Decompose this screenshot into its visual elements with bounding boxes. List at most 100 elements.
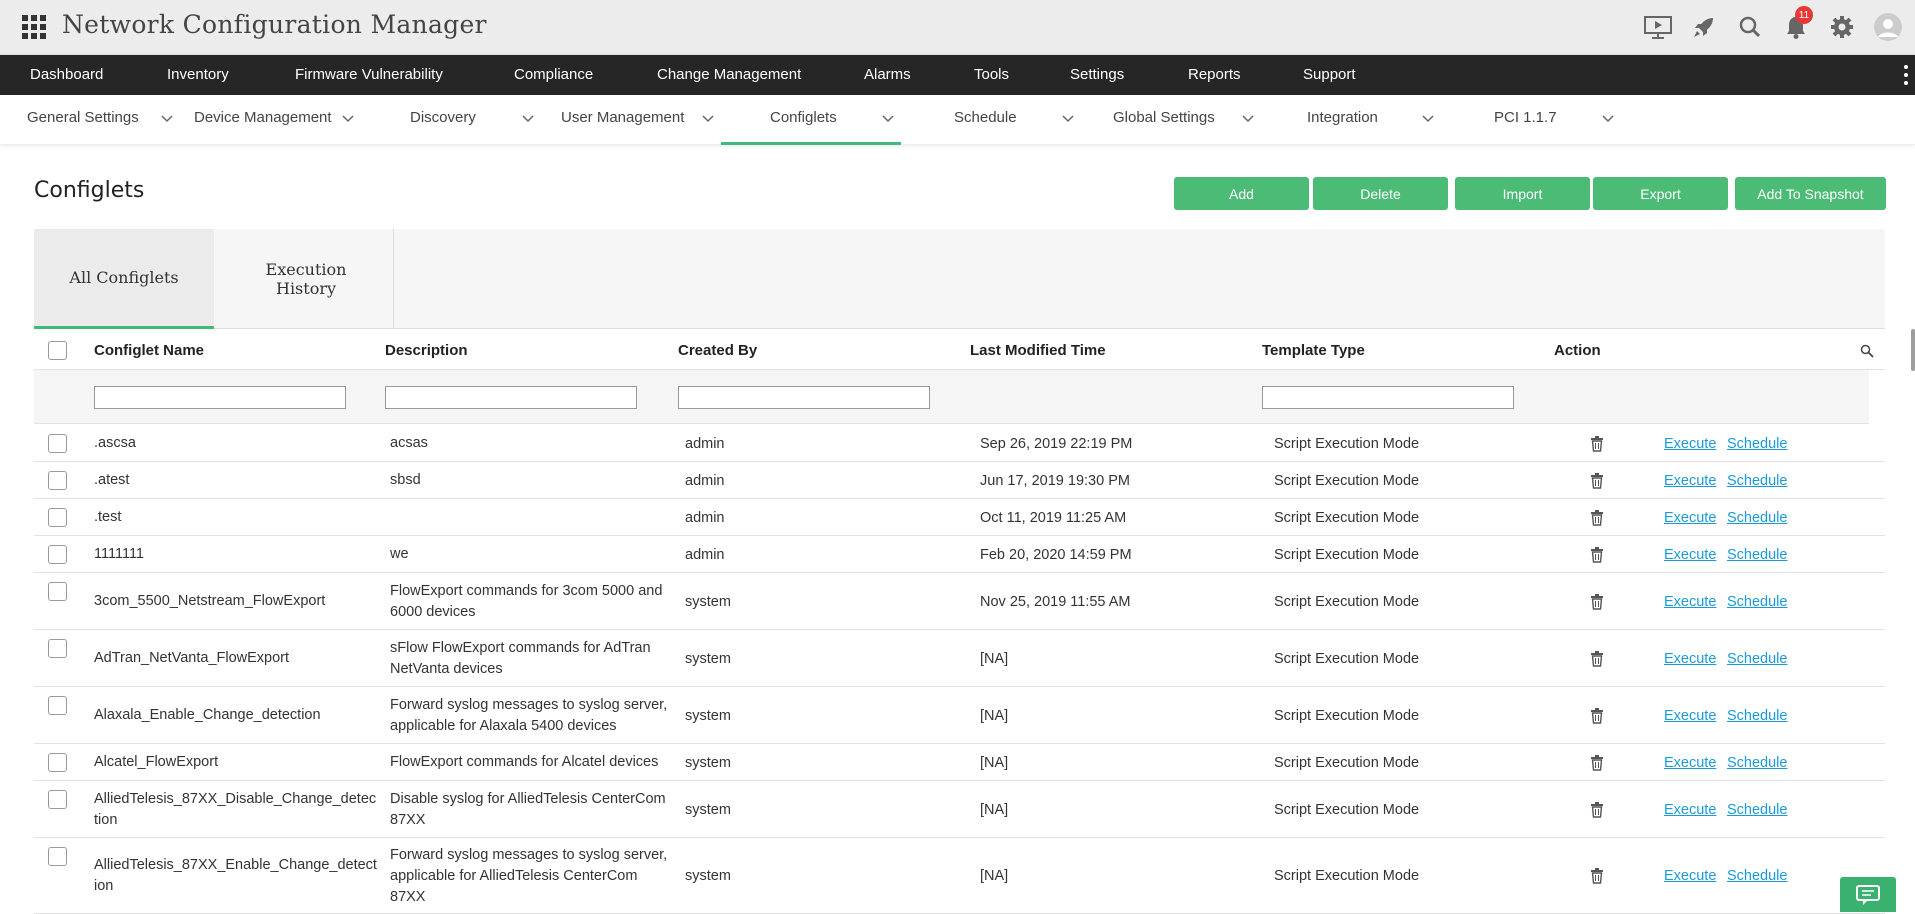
table-row: .ascsa acsas admin Sep 26, 2019 22:19 PM Scr… <box>34 425 1885 462</box>
export-button[interactable]: Export <box>1593 177 1728 210</box>
search-icon[interactable] <box>1860 344 1874 358</box>
filter-template-type-input[interactable] <box>1262 386 1514 409</box>
more-menu-icon[interactable] <box>1903 63 1909 87</box>
execute-link[interactable]: Execute <box>1664 545 1716 566</box>
chevron-down-icon[interactable] <box>881 111 895 125</box>
add-to-snapshot-button[interactable]: Add To Snapshot <box>1735 177 1886 210</box>
select-all-checkbox[interactable] <box>48 341 67 360</box>
filter-description-input[interactable] <box>385 386 637 409</box>
schedule-link[interactable]: Schedule <box>1727 866 1787 887</box>
add-button[interactable]: Add <box>1174 177 1309 210</box>
subnav-configlets[interactable]: Configlets <box>770 95 837 145</box>
subnav-general-settings[interactable]: General Settings <box>27 95 139 145</box>
subnav-pci[interactable]: PCI 1.1.7 <box>1494 95 1557 145</box>
subnav-device-management[interactable]: Device Management <box>194 95 332 145</box>
row-checkbox[interactable] <box>48 847 67 866</box>
execute-link[interactable]: Execute <box>1664 753 1716 774</box>
subnav-global-settings[interactable]: Global Settings <box>1113 95 1215 145</box>
chevron-down-icon[interactable] <box>1421 111 1435 125</box>
chevron-down-icon[interactable] <box>341 111 355 125</box>
row-checkbox[interactable] <box>48 508 67 527</box>
trash-icon[interactable] <box>1590 651 1604 667</box>
schedule-link[interactable]: Schedule <box>1727 649 1787 670</box>
nav-reports[interactable]: Reports <box>1188 55 1241 95</box>
trash-icon[interactable] <box>1590 708 1604 724</box>
header-created-by[interactable]: Created By <box>678 331 757 370</box>
nav-compliance[interactable]: Compliance <box>514 55 593 95</box>
execute-link[interactable]: Execute <box>1664 866 1716 887</box>
header-last-modified-time[interactable]: Last Modified Time <box>970 331 1106 370</box>
template-type: Script Execution Mode <box>1274 594 1420 610</box>
nav-dashboard[interactable]: Dashboard <box>30 55 103 95</box>
chevron-down-icon[interactable] <box>1061 111 1075 125</box>
scrollbar[interactable] <box>1911 329 1915 371</box>
execute-link[interactable]: Execute <box>1664 592 1716 613</box>
subnav-discovery[interactable]: Discovery <box>410 95 476 145</box>
tab-execution-history[interactable]: Execution History <box>219 229 393 329</box>
nav-tools[interactable]: Tools <box>974 55 1009 95</box>
nav-settings[interactable]: Settings <box>1070 55 1124 95</box>
trash-icon[interactable] <box>1590 594 1604 610</box>
trash-icon[interactable] <box>1590 755 1604 771</box>
trash-icon[interactable] <box>1590 868 1604 884</box>
last-modified-time: Jun 17, 2019 19:30 PM <box>980 473 1130 489</box>
subnav-user-management[interactable]: User Management <box>561 95 684 145</box>
import-button[interactable]: Import <box>1455 177 1590 210</box>
notifications-bell-icon[interactable]: 11 <box>1779 6 1813 44</box>
trash-icon[interactable] <box>1590 802 1604 818</box>
row-checkbox[interactable] <box>48 545 67 564</box>
header-description[interactable]: Description <box>385 331 468 370</box>
schedule-link[interactable]: Schedule <box>1727 753 1787 774</box>
configlet-name: .ascsa <box>94 433 374 454</box>
chevron-down-icon[interactable] <box>160 111 174 125</box>
row-checkbox[interactable] <box>48 471 67 490</box>
execute-link[interactable]: Execute <box>1664 800 1716 821</box>
header-template-type[interactable]: Template Type <box>1262 331 1365 370</box>
chevron-down-icon[interactable] <box>701 111 715 125</box>
row-checkbox[interactable] <box>48 753 67 772</box>
nav-change-management[interactable]: Change Management <box>657 55 801 95</box>
row-checkbox[interactable] <box>48 434 67 453</box>
row-checkbox[interactable] <box>48 582 67 601</box>
schedule-link[interactable]: Schedule <box>1727 471 1787 492</box>
nav-inventory[interactable]: Inventory <box>167 55 229 95</box>
chevron-down-icon[interactable] <box>1241 111 1255 125</box>
nav-support[interactable]: Support <box>1303 55 1356 95</box>
chevron-down-icon[interactable] <box>1601 111 1615 125</box>
apps-grid-icon[interactable] <box>22 15 46 39</box>
trash-icon[interactable] <box>1590 473 1604 489</box>
schedule-link[interactable]: Schedule <box>1727 706 1787 727</box>
execute-link[interactable]: Execute <box>1664 508 1716 529</box>
rocket-icon[interactable] <box>1687 10 1721 44</box>
filter-created-by-input[interactable] <box>678 386 930 409</box>
row-checkbox[interactable] <box>48 696 67 715</box>
trash-icon[interactable] <box>1590 547 1604 563</box>
subnav-integration[interactable]: Integration <box>1307 95 1378 145</box>
tab-all-configlets[interactable]: All Configlets <box>34 229 214 329</box>
presentation-icon[interactable] <box>1641 10 1675 44</box>
header-configlet-name[interactable]: Configlet Name <box>94 331 204 370</box>
trash-icon[interactable] <box>1590 436 1604 452</box>
avatar[interactable] <box>1871 10 1905 44</box>
trash-icon[interactable] <box>1590 510 1604 526</box>
execute-link[interactable]: Execute <box>1664 434 1716 455</box>
row-checkbox[interactable] <box>48 790 67 809</box>
chat-button[interactable] <box>1840 877 1896 912</box>
schedule-link[interactable]: Schedule <box>1727 508 1787 529</box>
delete-button[interactable]: Delete <box>1313 177 1448 210</box>
row-checkbox[interactable] <box>48 639 67 658</box>
gear-icon[interactable] <box>1825 10 1859 44</box>
nav-alarms[interactable]: Alarms <box>864 55 911 95</box>
execute-link[interactable]: Execute <box>1664 706 1716 727</box>
chevron-down-icon[interactable] <box>521 111 535 125</box>
schedule-link[interactable]: Schedule <box>1727 545 1787 566</box>
schedule-link[interactable]: Schedule <box>1727 434 1787 455</box>
nav-firmware-vulnerability[interactable]: Firmware Vulnerability <box>295 55 443 95</box>
search-icon[interactable] <box>1733 10 1767 44</box>
execute-link[interactable]: Execute <box>1664 649 1716 670</box>
execute-link[interactable]: Execute <box>1664 471 1716 492</box>
subnav-schedule[interactable]: Schedule <box>954 95 1017 145</box>
filter-configlet-name-input[interactable] <box>94 386 346 409</box>
schedule-link[interactable]: Schedule <box>1727 592 1787 613</box>
schedule-link[interactable]: Schedule <box>1727 800 1787 821</box>
